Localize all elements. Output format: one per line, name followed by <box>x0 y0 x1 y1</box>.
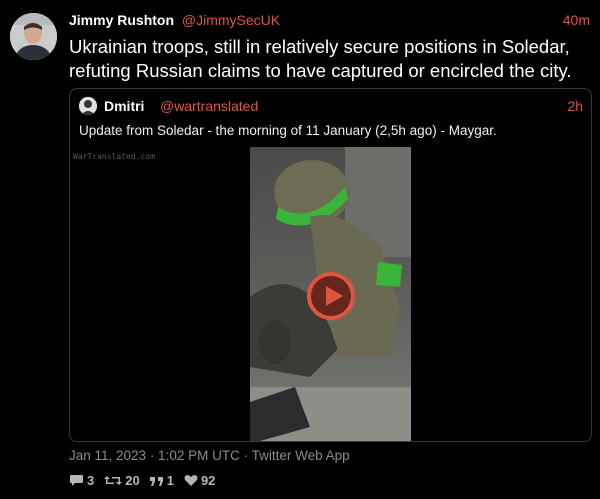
author-handle[interactable]: @JimmySecUK <box>182 12 280 28</box>
quotes-stat[interactable]: 1 <box>149 473 174 488</box>
heart-icon <box>184 475 198 486</box>
tweet: Jimmy Rushton @JimmySecUK 40m Ukrainian … <box>0 0 600 499</box>
tweet-stats: 3 20 1 92 <box>69 473 215 488</box>
replies-stat[interactable]: 3 <box>69 473 94 488</box>
quoted-tweet-header: Dmitri @wartranslated 2h <box>79 97 583 117</box>
quoted-tweet-time[interactable]: 2h <box>567 98 583 114</box>
comment-icon <box>70 474 83 486</box>
retweets-stat[interactable]: 20 <box>104 473 140 488</box>
quoted-author-handle[interactable]: @wartranslated <box>160 98 258 114</box>
replies-count: 3 <box>87 473 95 488</box>
play-button[interactable] <box>307 272 355 320</box>
quoted-tweet[interactable]: Dmitri @wartranslated 2h Update from Sol… <box>69 88 592 442</box>
play-icon <box>326 286 343 306</box>
video-player[interactable]: WarTranslated.com <box>70 147 591 441</box>
video-watermark: WarTranslated.com <box>73 152 155 161</box>
author-avatar[interactable] <box>10 13 57 60</box>
tweet-timestamp: Jan 11, 2023 · 1:02 PM UTC · Twitter Web… <box>69 448 350 463</box>
likes-stat[interactable]: 92 <box>184 473 215 488</box>
quote-icon <box>149 476 163 486</box>
retweets-count: 20 <box>125 473 140 488</box>
tweet-time[interactable]: 40m <box>563 12 590 28</box>
tweet-header: Jimmy Rushton @JimmySecUK 40m <box>69 12 592 32</box>
quotes-count: 1 <box>166 473 174 488</box>
quoted-author-name[interactable]: Dmitri <box>104 98 144 114</box>
author-name[interactable]: Jimmy Rushton <box>69 12 174 28</box>
tweet-text: Ukrainian troops, still in relatively se… <box>69 36 572 81</box>
retweet-icon <box>104 476 123 485</box>
quoted-author-avatar[interactable] <box>79 97 97 115</box>
quoted-tweet-text: Update from Soledar - the morning of 11 … <box>79 123 497 138</box>
likes-count: 92 <box>200 473 216 488</box>
